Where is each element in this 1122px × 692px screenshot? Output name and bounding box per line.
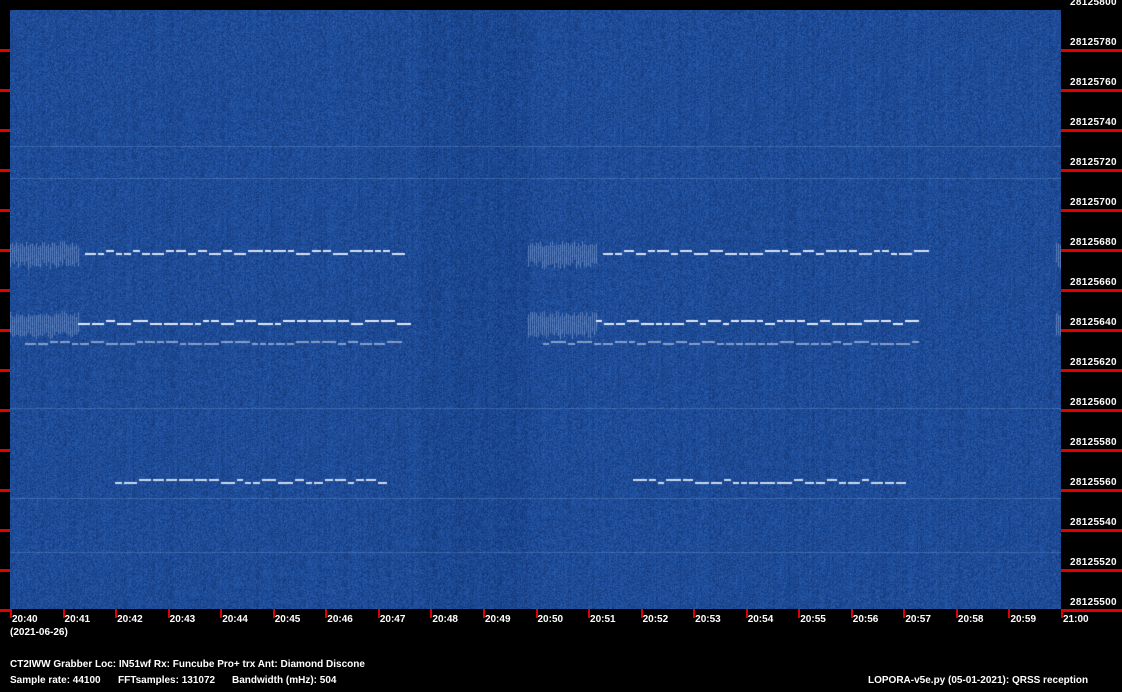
frequency-tick-left: [0, 529, 10, 532]
frequency-tick: [1061, 449, 1122, 452]
frequency-tick: [1061, 209, 1122, 212]
time-label: 20:45: [274, 614, 301, 625]
time-label: 20:44: [222, 614, 248, 625]
frequency-label: 28125660: [1070, 277, 1117, 288]
frequency-tick-left: [0, 329, 10, 332]
time-label: 20:42: [117, 614, 143, 625]
station-info: CT2IWW Grabber Loc: IN51wf Rx: Funcube P…: [10, 659, 365, 670]
frequency-tick-left: [0, 409, 10, 412]
frequency-tick-left: [0, 289, 10, 292]
frequency-label: 28125600: [1070, 397, 1117, 408]
frequency-label: 28125560: [1070, 477, 1117, 488]
time-label: 20:48: [432, 614, 458, 625]
frequency-label: 28125540: [1070, 517, 1117, 528]
time-label: 21:00: [1063, 614, 1089, 625]
frequency-tick: [1061, 249, 1122, 252]
frequency-tick-left: [0, 89, 10, 92]
frequency-tick-left: [0, 209, 10, 212]
software-info: LOPORA-v5e.py (05-01-2021): QRSS recepti…: [868, 675, 1089, 686]
frequency-label: 28125760: [1070, 77, 1117, 88]
sample-rate: Sample rate: 44100: [10, 675, 101, 686]
time-label: 20:43: [169, 614, 196, 625]
frequency-tick-left: [0, 569, 10, 572]
frequency-tick: [1061, 129, 1122, 132]
frequency-tick: [1061, 289, 1122, 292]
time-label: 20:51: [590, 614, 616, 625]
frequency-tick-left: [0, 449, 10, 452]
frequency-label: 28125680: [1070, 237, 1117, 248]
frequency-tick: [1061, 529, 1122, 532]
frequency-tick: [1061, 569, 1122, 572]
frequency-tick: [1061, 169, 1122, 172]
time-label: 20:46: [327, 614, 353, 625]
time-label: 20:56: [852, 614, 879, 625]
frequency-tick: [1061, 89, 1122, 92]
frequency-tick: [1061, 489, 1122, 492]
frequency-label: 28125700: [1070, 197, 1117, 208]
frequency-label: 28125500: [1070, 597, 1117, 608]
frequency-label: 28125620: [1070, 357, 1117, 368]
bandwidth: Bandwidth (mHz): 504: [232, 675, 337, 686]
time-label: 20:55: [800, 614, 826, 625]
frequency-tick-left: [0, 609, 10, 612]
frequency-tick-left: [0, 129, 10, 132]
fft-samples: FFTsamples: 131072: [118, 675, 216, 686]
time-label: 20:57: [905, 614, 931, 625]
frequency-label: 28125720: [1070, 157, 1117, 168]
frequency-tick: [1061, 329, 1122, 332]
spectrogram-waterfall: [10, 10, 1061, 609]
frequency-label: 28125520: [1070, 557, 1117, 568]
time-label: 20:50: [537, 614, 564, 625]
frequency-tick: [1061, 609, 1122, 612]
frequency-label: 28125640: [1070, 317, 1117, 328]
frequency-label: 28125780: [1070, 37, 1117, 48]
frequency-tick: [1061, 49, 1122, 52]
frequency-tick: [1061, 369, 1122, 372]
frequency-tick: [1061, 409, 1122, 412]
frequency-label: 28125800: [1070, 0, 1117, 8]
time-label: 20:59: [1010, 614, 1037, 625]
frequency-tick-left: [0, 49, 10, 52]
time-label: 20:58: [957, 614, 984, 625]
time-label: 20:53: [695, 614, 721, 625]
frequency-label: 28125580: [1070, 437, 1117, 448]
frequency-tick-left: [0, 169, 10, 172]
time-label: 20:47: [379, 614, 406, 625]
frequency-tick-left: [0, 249, 10, 252]
frequency-tick-left: [0, 489, 10, 492]
frequency-tick-left: [0, 369, 10, 372]
time-label: 20:52: [642, 614, 669, 625]
frequency-label: 28125740: [1070, 117, 1117, 128]
time-label: 20:41: [64, 614, 91, 625]
time-label: 20:54: [747, 614, 774, 625]
date-label: (2021-06-26): [10, 627, 68, 638]
time-label: 20:40: [12, 614, 38, 625]
time-label: 20:49: [484, 614, 511, 625]
